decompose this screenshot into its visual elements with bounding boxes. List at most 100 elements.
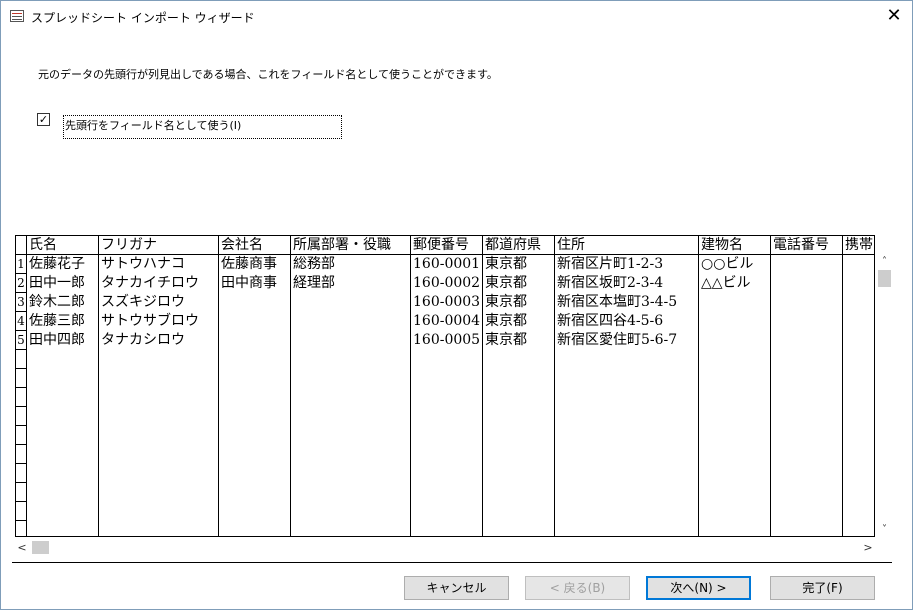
first-row-header-checkbox[interactable]: ✓ bbox=[37, 113, 50, 126]
grid-cell: 新宿区愛住町5-6-7 bbox=[557, 332, 678, 348]
row-number bbox=[16, 426, 26, 445]
row-number bbox=[16, 369, 26, 388]
grid-cell: 東京都 bbox=[485, 332, 527, 348]
column-header[interactable]: 建物名 bbox=[699, 236, 770, 255]
row-number bbox=[16, 483, 26, 502]
grid-cell: ○○ビル bbox=[701, 256, 754, 272]
grid-cell bbox=[843, 293, 874, 312]
grid-cell bbox=[219, 331, 290, 350]
close-icon[interactable]: ✕ bbox=[882, 4, 906, 28]
grid-column[interactable]: 会社名 佐藤商事 田中商事 bbox=[219, 236, 291, 536]
row-number bbox=[16, 350, 26, 369]
grid-cell bbox=[843, 255, 874, 274]
grid-cell: サトウサブロウ bbox=[101, 313, 199, 329]
first-row-header-label[interactable]: 先頭行をフィールド名として使う(I) bbox=[63, 115, 342, 139]
grid-cell: 田中商事 bbox=[221, 275, 277, 291]
scroll-up-icon[interactable]: ˄ bbox=[876, 255, 893, 269]
grid-cell bbox=[291, 293, 410, 312]
grid-cell: 新宿区坂町2-3-4 bbox=[557, 275, 664, 291]
cancel-button[interactable]: キャンセル bbox=[404, 576, 509, 600]
row-number: 5 bbox=[16, 331, 26, 350]
grid-cell: 新宿区本塩町3-4-5 bbox=[557, 294, 678, 310]
grid-column[interactable]: フリガナ サトウハナコ タナカイチロウ スズキジロウ サトウサブロウ タナカシロウ bbox=[99, 236, 219, 536]
grid-cell: 経理部 bbox=[293, 275, 335, 291]
grid-cell bbox=[699, 293, 770, 312]
grid-cell: 総務部 bbox=[293, 256, 335, 272]
column-header[interactable]: フリガナ bbox=[99, 236, 218, 255]
data-preview-grid[interactable]: 12345 氏名 佐藤花子 田中一郎 鈴木二郎 佐藤三郎 田中四郎 フリガナ サトウハナコ タナ… bbox=[15, 235, 875, 537]
grid-cell: 佐藤三郎 bbox=[29, 313, 85, 329]
grid-cell: 田中四郎 bbox=[29, 332, 85, 348]
grid-cell bbox=[771, 293, 842, 312]
grid-cell: 東京都 bbox=[485, 313, 527, 329]
horizontal-scroll-thumb[interactable] bbox=[32, 541, 49, 554]
grid-cell bbox=[843, 274, 874, 293]
row-number: 1 bbox=[16, 255, 26, 274]
column-header[interactable]: 電話番号 bbox=[771, 236, 842, 255]
grid-column[interactable]: 郵便番号 160-0001 160-0002 160-0003 160-0004 160-… bbox=[411, 236, 483, 536]
row-number: 4 bbox=[16, 312, 26, 331]
column-header[interactable]: 郵便番号 bbox=[411, 236, 482, 255]
grid-cell: 160-0003 bbox=[413, 294, 481, 310]
grid-cell bbox=[771, 312, 842, 331]
app-icon bbox=[10, 10, 24, 22]
grid-cell bbox=[771, 274, 842, 293]
vertical-scrollbar[interactable]: ˄ ˅ bbox=[876, 255, 893, 537]
grid-column[interactable]: 建物名 ○○ビル △△ビル bbox=[699, 236, 771, 536]
grid-cell bbox=[843, 331, 874, 350]
grid-cell: スズキジロウ bbox=[101, 294, 185, 310]
grid-cell: 160-0002 bbox=[413, 275, 481, 291]
column-header[interactable]: 住所 bbox=[555, 236, 698, 255]
grid-cell: タナカシロウ bbox=[101, 332, 185, 348]
column-header[interactable]: 氏名 bbox=[27, 236, 98, 255]
grid-cell: 佐藤花子 bbox=[29, 256, 85, 272]
back-button[interactable]: < 戻る(B) bbox=[525, 576, 630, 600]
grid-column[interactable]: 携帯 bbox=[843, 236, 874, 536]
grid-cell bbox=[291, 331, 410, 350]
column-header[interactable]: 都道府県 bbox=[483, 236, 554, 255]
grid-column[interactable]: 都道府県 東京都 東京都 東京都 東京都 東京都 bbox=[483, 236, 555, 536]
grid-cell: 東京都 bbox=[485, 256, 527, 272]
footer-separator bbox=[12, 562, 892, 563]
column-header[interactable]: 所属部署・役職 bbox=[291, 236, 410, 255]
column-header[interactable]: 携帯 bbox=[843, 236, 874, 255]
grid-cell bbox=[699, 312, 770, 331]
row-number bbox=[16, 388, 26, 407]
grid-cell: △△ビル bbox=[701, 275, 751, 291]
scroll-left-icon[interactable]: < bbox=[15, 539, 29, 556]
grid-cell: 東京都 bbox=[485, 294, 527, 310]
grid-cell bbox=[843, 312, 874, 331]
grid-column[interactable]: 電話番号 bbox=[771, 236, 843, 536]
grid-cell: 田中一郎 bbox=[29, 275, 85, 291]
row-number-header bbox=[16, 236, 26, 255]
row-number bbox=[16, 407, 26, 426]
grid-column[interactable]: 所属部署・役職 総務部経理部 bbox=[291, 236, 411, 536]
grid-column[interactable]: 住所 新宿区片町1-2-3 新宿区坂町2-3-4 新宿区本塩町3-4-5 新宿区四谷4-… bbox=[555, 236, 699, 536]
grid-cell: 160-0001 bbox=[413, 256, 481, 272]
row-number bbox=[16, 464, 26, 483]
grid-cell bbox=[219, 312, 290, 331]
title-bar: スプレッドシート インポート ウィザード ✕ bbox=[1, 1, 912, 31]
grid-cell bbox=[219, 293, 290, 312]
grid-cell bbox=[771, 331, 842, 350]
row-number: 3 bbox=[16, 293, 26, 312]
grid-cell: タナカイチロウ bbox=[101, 275, 199, 291]
grid-cell: 新宿区四谷4-5-6 bbox=[557, 313, 664, 329]
instruction-text: 元のデータの先頭行が列見出しである場合、これをフィールド名として使うことができま… bbox=[38, 68, 498, 81]
grid-cell: 新宿区片町1-2-3 bbox=[557, 256, 664, 272]
grid-cell bbox=[699, 331, 770, 350]
vertical-scroll-thumb[interactable] bbox=[878, 270, 891, 287]
next-button[interactable]: 次へ(N) > bbox=[646, 576, 751, 600]
grid-cell: 鈴木二郎 bbox=[29, 294, 85, 310]
scroll-down-icon[interactable]: ˅ bbox=[876, 523, 893, 537]
grid-cell: サトウハナコ bbox=[101, 256, 185, 272]
finish-button[interactable]: 完了(F) bbox=[770, 576, 875, 600]
scroll-right-icon[interactable]: > bbox=[861, 539, 875, 556]
grid-column[interactable]: 氏名 佐藤花子田中一郎鈴木二郎佐藤三郎田中四郎 bbox=[27, 236, 99, 536]
column-header[interactable]: 会社名 bbox=[219, 236, 290, 255]
window-title: スプレッドシート インポート ウィザード bbox=[31, 11, 255, 25]
horizontal-scrollbar[interactable]: < > bbox=[15, 539, 875, 556]
row-number bbox=[16, 445, 26, 464]
grid-cell: 東京都 bbox=[485, 275, 527, 291]
row-number bbox=[16, 502, 26, 521]
